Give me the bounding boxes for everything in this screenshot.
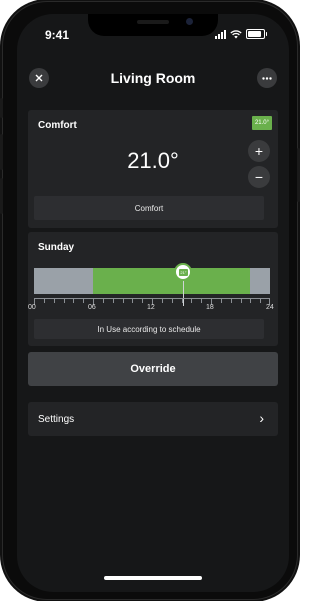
settings-row[interactable]: Settings ›	[28, 402, 278, 436]
comfort-period-bar	[93, 268, 251, 294]
front-camera	[186, 18, 193, 25]
minus-icon: −	[254, 169, 264, 185]
timeline-tick	[161, 299, 163, 303]
more-options-icon	[262, 76, 272, 80]
timeline-tick	[43, 299, 45, 303]
timeline-tick-label: 24	[266, 304, 274, 311]
more-options-button[interactable]	[257, 68, 277, 88]
schedule-timeline[interactable]: 21°	[34, 263, 270, 306]
timeline-tick	[250, 299, 252, 303]
decrease-temperature-button[interactable]: −	[248, 166, 270, 188]
volume-down-button	[0, 178, 3, 214]
schedule-card: Sunday 21° 00 06 12 18 24 In Use according t…	[28, 232, 278, 346]
app-screen: 9:41 Living Room Comfort 21.0° 21.0° + −…	[17, 14, 289, 592]
phone-frame: 9:41 Living Room Comfort 21.0° 21.0° + −…	[0, 2, 300, 599]
notch	[88, 14, 218, 36]
status-time: 9:41	[45, 28, 70, 42]
page-title: Living Room	[110, 70, 196, 86]
timeline-tick	[73, 299, 75, 303]
timeline-tick-label: 00	[28, 304, 36, 311]
schedule-day-label: Sunday	[38, 242, 75, 253]
timeline-tick	[112, 299, 114, 303]
timeline-tick	[240, 299, 242, 303]
chevron-right-icon: ›	[259, 410, 264, 426]
timeline-tick	[132, 299, 134, 303]
setpoint-badge: 21.0°	[252, 116, 272, 130]
timeline-tick	[102, 299, 104, 303]
comfort-card: Comfort 21.0° 21.0° + − Comfort	[28, 110, 278, 228]
timeline-tick	[122, 299, 124, 303]
home-indicator[interactable]	[104, 576, 202, 580]
status-icons	[215, 29, 267, 39]
speaker-grille	[137, 20, 169, 24]
schedule-status: In Use according to schedule	[34, 319, 264, 339]
timeline-tick	[83, 299, 85, 303]
volume-up-button	[0, 134, 3, 170]
timeline-tick	[191, 299, 193, 303]
timeline-tick-label: 06	[88, 304, 96, 311]
timeline-tick-label: 18	[206, 304, 214, 311]
timeline-tick	[181, 299, 183, 303]
wifi-icon	[230, 29, 242, 38]
battery-icon	[246, 29, 267, 39]
settings-label: Settings	[38, 413, 75, 425]
timeline-tick	[201, 299, 203, 303]
override-button[interactable]: Override	[28, 352, 278, 386]
timeline-tick	[230, 299, 232, 303]
timeline-tick	[63, 299, 65, 303]
timeline-tick	[171, 299, 173, 303]
marker-badge: 21°	[178, 268, 188, 276]
power-button	[297, 148, 300, 202]
timeline-tick	[220, 299, 222, 303]
timeline-tick	[142, 299, 144, 303]
cellular-signal-icon	[215, 29, 226, 39]
comfort-label: Comfort	[38, 120, 77, 131]
increase-temperature-button[interactable]: +	[248, 140, 270, 162]
mode-label: Comfort	[34, 196, 264, 220]
plus-icon: +	[254, 143, 264, 159]
timeline-tick	[260, 299, 262, 303]
top-bar: Living Room	[17, 60, 289, 96]
current-temperature: 21.0°	[127, 148, 179, 173]
timeline-tick	[53, 299, 55, 303]
mute-switch	[0, 98, 3, 118]
timeline-tick-label: 12	[147, 304, 155, 311]
